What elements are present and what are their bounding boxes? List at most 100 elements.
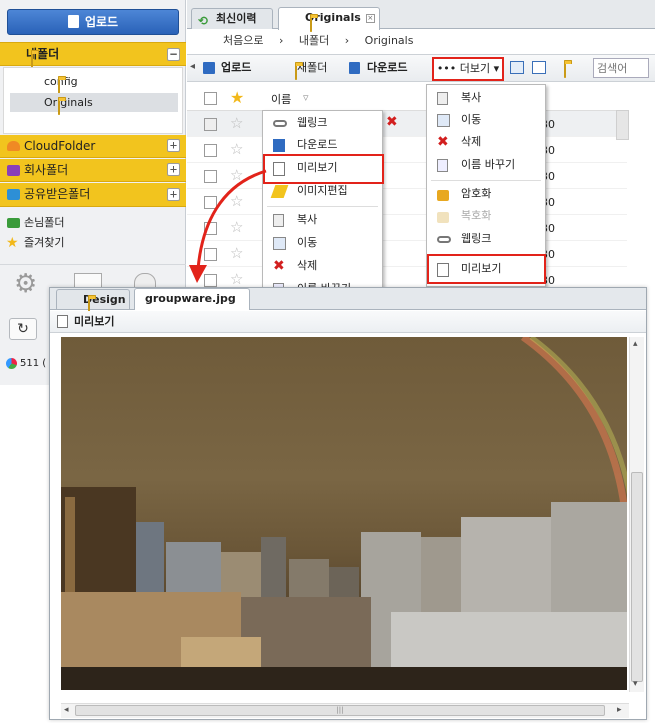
folder-icon: [58, 79, 60, 94]
shared-folder-header[interactable]: 공유받은폴더 +: [0, 183, 186, 207]
menu-item-label: 이미지편집: [297, 184, 348, 197]
menu-item-label: 복사: [461, 91, 482, 104]
menu-item-label: 암호화: [461, 187, 492, 200]
expand-button[interactable]: +: [167, 188, 180, 201]
download-button[interactable]: 다운로드: [349, 59, 407, 77]
view-list-icon[interactable]: [532, 61, 546, 74]
file-row[interactable]: ☆30: [187, 111, 627, 137]
photo-scene: [61, 337, 627, 690]
gear-icon[interactable]: ⚙: [14, 271, 37, 297]
cloud-folder-header[interactable]: CloudFolder +: [0, 135, 186, 158]
collapse-button[interactable]: −: [167, 48, 180, 61]
menu-item-rename[interactable]: 이름 바꾸기: [427, 154, 545, 176]
expand-button[interactable]: +: [167, 163, 180, 176]
menu-item-label: 삭제: [297, 259, 318, 272]
file-row[interactable]: ☆30: [187, 137, 627, 163]
upload-toolbar-button[interactable]: 업로드: [203, 59, 251, 77]
vertical-scroll-thumb[interactable]: [631, 472, 643, 682]
menu-separator: [431, 180, 541, 181]
tab-groupware-jpg[interactable]: groupware.jpg×: [134, 288, 250, 323]
scroll-left-icon[interactable]: ◂: [64, 705, 69, 715]
list-header: ★ 이름 ▿: [187, 83, 627, 111]
company-folder-header[interactable]: 회사폴더 +: [0, 159, 186, 182]
star-icon: ★: [6, 235, 19, 251]
menu-separator: [267, 206, 378, 207]
preview-image: [61, 337, 627, 690]
menu-item-label: 웹링크: [461, 232, 492, 245]
menu-item-move[interactable]: 이동: [427, 109, 545, 131]
tree-item-config[interactable]: config: [10, 73, 178, 94]
favorite-header-icon[interactable]: ★: [230, 88, 244, 107]
breadcrumb-item[interactable]: Originals: [365, 34, 414, 47]
breadcrumb-item[interactable]: 처음으로: [223, 34, 263, 47]
menu-item-delete[interactable]: ✖ 삭제: [263, 255, 382, 277]
refresh-button[interactable]: ↻: [9, 318, 37, 340]
tree-item-originals[interactable]: Originals: [10, 93, 178, 115]
horizontal-scrollbar[interactable]: ◂ ||| ▸: [61, 703, 629, 718]
scroll-down-icon[interactable]: ▾: [633, 679, 638, 689]
menu-item-weblink[interactable]: 웹링크: [427, 228, 545, 250]
cloud-icon: [7, 141, 20, 151]
history-icon: ⟲: [198, 14, 209, 28]
tab-design[interactable]: Design: [56, 289, 130, 313]
scroll-left-icon[interactable]: ◂: [190, 61, 195, 72]
more-label: ••• 더보기: [436, 62, 491, 75]
preview-window: Design groupware.jpg× 미리보기: [49, 287, 647, 720]
menu-item-label: 복사: [297, 213, 318, 226]
favorites-item[interactable]: ★ 즐겨찾기: [0, 234, 186, 252]
toolbar: ◂ 업로드 새폴더 다운로드 ••• 더보기 ▾: [187, 54, 655, 82]
menu-item-copy[interactable]: 복사: [263, 209, 382, 231]
link-icon: [273, 120, 287, 127]
view-grid-icon[interactable]: [510, 61, 524, 74]
menu-item-label: 복호화: [461, 209, 492, 222]
tab-recent-history[interactable]: ⟲ 최신이력: [191, 8, 273, 29]
menu-item-weblink[interactable]: 웹링크: [263, 112, 382, 134]
menu-item-label: 삭제: [461, 135, 482, 148]
expand-button[interactable]: +: [167, 139, 180, 152]
new-folder-button[interactable]: 새폴더: [277, 59, 327, 80]
breadcrumb: 처음으로 › 내폴더 › Originals: [187, 30, 655, 52]
chevron-down-icon: ▾: [493, 62, 500, 75]
row-checkbox[interactable]: [204, 144, 217, 157]
scroll-up-icon[interactable]: ▴: [633, 339, 638, 349]
delete-icon[interactable]: ✖: [386, 114, 398, 130]
copy-icon: [437, 92, 448, 105]
favorites-label: 즐겨찾기: [24, 236, 65, 249]
sort-icon[interactable]: ▿: [303, 91, 309, 104]
folder-menu-icon[interactable]: [564, 63, 566, 78]
preview-icon: [57, 315, 68, 328]
upload-button[interactable]: 업로드: [7, 9, 179, 35]
guest-folder-item[interactable]: 손님폴더: [0, 214, 186, 232]
menu-item-download[interactable]: 다운로드: [263, 134, 382, 156]
row-checkbox[interactable]: [204, 118, 217, 131]
upload-icon: [67, 15, 79, 28]
company-folder-icon: [7, 165, 20, 176]
more-button[interactable]: ••• 더보기 ▾: [432, 57, 504, 81]
star-icon[interactable]: ☆: [230, 116, 243, 131]
vertical-scrollbar[interactable]: ▴ ▾: [629, 337, 644, 692]
tab-label: groupware.jpg: [145, 292, 236, 305]
list-scrollbar[interactable]: [616, 110, 629, 140]
search-input[interactable]: [593, 58, 649, 78]
name-column-header[interactable]: 이름: [271, 91, 291, 107]
tab-originals[interactable]: Originals ×: [278, 7, 380, 32]
menu-item-delete[interactable]: ✖ 삭제: [427, 131, 545, 153]
section-label: CloudFolder: [24, 139, 96, 153]
preview-tab-bar: Design groupware.jpg×: [50, 288, 646, 323]
breadcrumb-item[interactable]: 내폴더: [299, 34, 329, 47]
delete-icon: ✖: [437, 134, 449, 150]
scroll-right-icon[interactable]: ▸: [617, 705, 622, 715]
upload-label: 업로드: [84, 15, 119, 29]
menu-item-copy[interactable]: 복사: [427, 87, 545, 109]
menu-item-decrypt[interactable]: 복호화: [427, 205, 545, 227]
upload-icon: [203, 62, 215, 74]
star-icon[interactable]: ☆: [230, 142, 243, 157]
menu-item-encrypt[interactable]: 암호화: [427, 183, 545, 205]
my-folder-header[interactable]: 내폴더 −: [0, 42, 186, 69]
guest-folder-label: 손님폴더: [24, 216, 65, 229]
tree-item-label: Originals: [44, 96, 93, 109]
select-all-checkbox[interactable]: [204, 92, 217, 105]
close-icon[interactable]: ×: [365, 13, 375, 23]
menu-item-move[interactable]: 이동: [263, 232, 382, 254]
horizontal-scroll-thumb[interactable]: |||: [75, 705, 605, 716]
